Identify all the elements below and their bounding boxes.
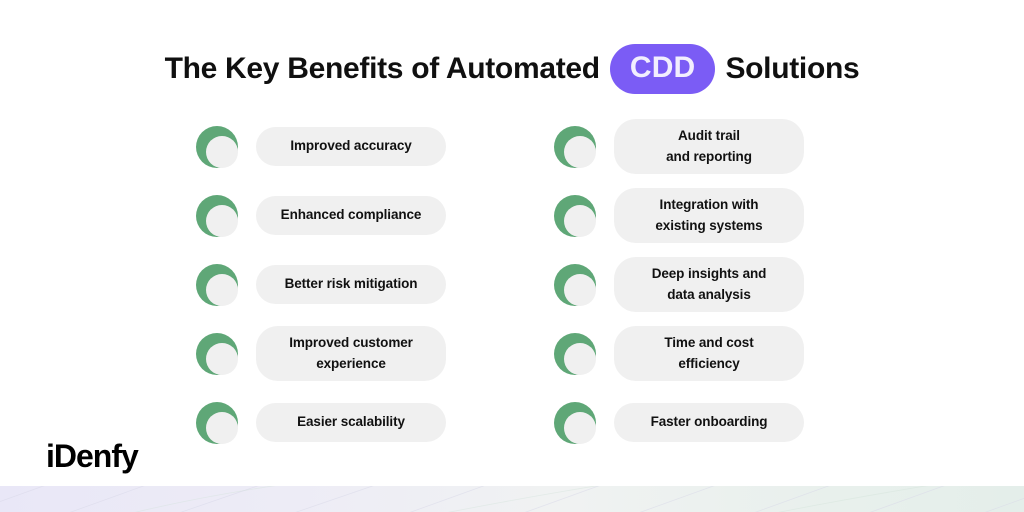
benefit-label: Improved customer experience (289, 335, 413, 371)
benefit-item: Integration with existing systems (554, 181, 804, 250)
green-crescent-icon (196, 263, 238, 306)
benefit-pill: Deep insights and data analysis (614, 257, 804, 312)
benefit-label: Enhanced compliance (280, 207, 422, 223)
benefit-pill: Audit trail and reporting (614, 119, 804, 174)
benefit-item: Deep insights and data analysis (554, 250, 804, 319)
benefit-item: Enhanced compliance (196, 181, 446, 250)
idenfy-logo: iDenfy (46, 438, 139, 474)
benefit-label: Better risk mitigation (284, 276, 418, 292)
bottom-decorative-band (0, 486, 1024, 512)
benefit-pill: Time and cost efficiency (614, 326, 804, 381)
benefit-label: Integration with existing systems (655, 197, 763, 233)
benefit-item: Improved customer experience (196, 319, 446, 388)
green-crescent-icon (196, 401, 238, 444)
infographic-canvas: The Key Benefits of Automated CDD Soluti… (0, 0, 1024, 512)
green-crescent-icon (196, 194, 238, 237)
benefit-pill: Faster onboarding (614, 403, 804, 442)
benefit-label: Time and cost efficiency (664, 335, 754, 371)
green-crescent-icon (554, 194, 596, 237)
band-diagonal-lines (0, 486, 1024, 512)
cdd-badge: CDD (609, 44, 716, 94)
benefit-pill: Improved accuracy (256, 127, 446, 166)
benefit-item: Easier scalability (196, 388, 446, 457)
green-crescent-icon (554, 332, 596, 375)
benefit-pill: Improved customer experience (256, 326, 446, 381)
benefit-label: Audit trail and reporting (666, 128, 752, 164)
green-crescent-icon (554, 263, 596, 306)
benefit-label: Faster onboarding (650, 414, 768, 430)
green-crescent-icon (196, 332, 238, 375)
benefit-label: Deep insights and data analysis (651, 266, 767, 302)
title-text-before: The Key Benefits of Automated (164, 52, 601, 85)
benefit-item: Faster onboarding (554, 388, 804, 457)
title-text-after: Solutions (725, 52, 860, 85)
benefit-pill: Integration with existing systems (614, 188, 804, 243)
benefit-item: Audit trail and reporting (554, 112, 804, 181)
benefit-label: Easier scalability (297, 414, 405, 430)
green-crescent-icon (196, 125, 238, 168)
benefit-item: Better risk mitigation (196, 250, 446, 319)
benefit-item: Time and cost efficiency (554, 319, 804, 388)
benefit-label: Improved accuracy (290, 138, 412, 154)
benefit-pill: Enhanced compliance (256, 196, 446, 235)
page-title: The Key Benefits of Automated CDD Soluti… (0, 44, 1024, 94)
benefit-pill: Easier scalability (256, 403, 446, 442)
green-crescent-icon (554, 125, 596, 168)
benefits-columns: Improved accuracy Enhanced compliance Be… (0, 112, 1024, 457)
benefits-column-left: Improved accuracy Enhanced compliance Be… (196, 112, 446, 457)
benefits-column-right: Audit trail and reporting Integration wi… (554, 112, 804, 457)
green-crescent-icon (554, 401, 596, 444)
benefit-pill: Better risk mitigation (256, 265, 446, 304)
benefit-item: Improved accuracy (196, 112, 446, 181)
